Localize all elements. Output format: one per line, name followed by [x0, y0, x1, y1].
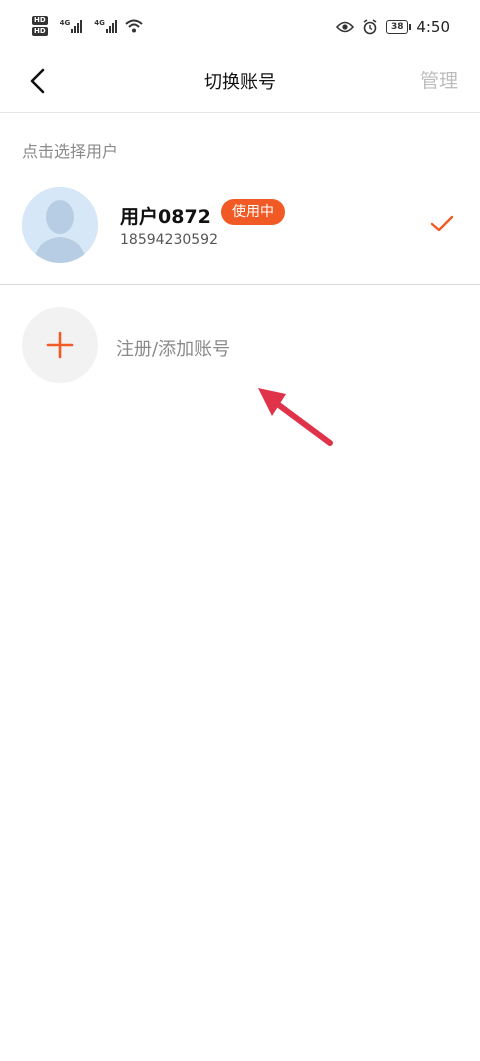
add-account-button[interactable]: 注册/添加账号 [0, 300, 480, 390]
page-title: 切换账号 [204, 72, 276, 93]
avatar [22, 187, 98, 263]
divider [0, 284, 480, 285]
add-circle [22, 307, 98, 383]
status-right: 38 4:50 [336, 18, 450, 36]
plus-icon [46, 331, 74, 359]
manage-button[interactable]: 管理 [420, 66, 458, 93]
status-bar: HD HD 4G 4G 38 4:50 [0, 0, 480, 56]
alarm-icon [363, 19, 377, 35]
account-item[interactable]: 用户0872 使用中 18594230592 [0, 175, 480, 283]
hd-badge: HD [32, 16, 48, 25]
title-bar: 切换账号 管理 [0, 56, 480, 113]
account-phone: 18594230592 [120, 232, 218, 248]
add-account-label: 注册/添加账号 [116, 339, 231, 360]
check-icon [430, 215, 454, 232]
clock: 4:50 [416, 18, 450, 36]
status-left: HD HD 4G 4G [32, 16, 143, 36]
annotation-arrow-icon [258, 388, 333, 446]
eye-icon [336, 21, 355, 33]
account-name: 用户0872 [120, 206, 211, 228]
status-badge: 使用中 [221, 199, 285, 225]
battery-icon: 38 [386, 20, 412, 34]
signal-icon: 4G [60, 19, 83, 33]
hd-badge: HD [32, 27, 48, 36]
network-type: 4G [94, 19, 105, 27]
signal-icon: 4G [94, 19, 117, 33]
network-type: 4G [59, 19, 71, 27]
wifi-icon [125, 19, 143, 33]
section-label: 点击选择用户 [22, 142, 119, 161]
user-silhouette-icon [22, 187, 98, 263]
